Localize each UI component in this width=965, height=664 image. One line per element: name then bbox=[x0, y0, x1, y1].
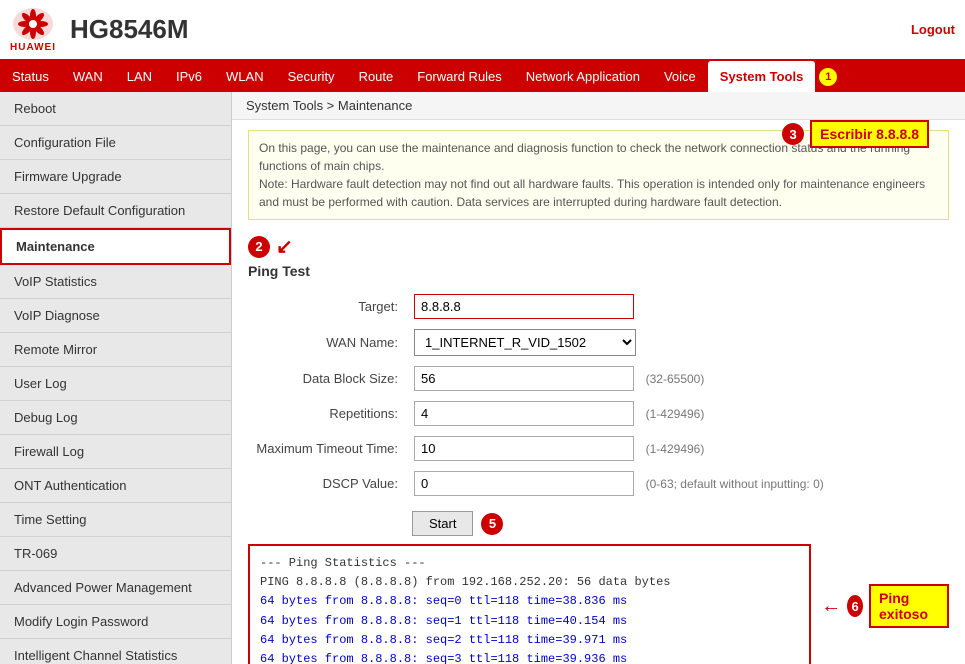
sidebar-item-tr069[interactable]: TR-069 bbox=[0, 537, 231, 571]
data-block-label: Data Block Size: bbox=[248, 361, 408, 396]
repetitions-row: Repetitions: (1-429496) bbox=[248, 396, 949, 431]
sidebar-item-firmware[interactable]: Firmware Upgrade bbox=[0, 160, 231, 194]
sidebar: Reboot Configuration File Firmware Upgra… bbox=[0, 92, 232, 664]
info-line3: Note: Hardware fault detection may not f… bbox=[259, 177, 925, 191]
sidebar-item-user-log[interactable]: User Log bbox=[0, 367, 231, 401]
target-label: Target: bbox=[248, 289, 408, 324]
nav-wlan[interactable]: WLAN bbox=[214, 61, 276, 92]
data-block-input[interactable] bbox=[414, 366, 634, 391]
nav-forward-rules[interactable]: Forward Rules bbox=[405, 61, 514, 92]
target-input[interactable] bbox=[414, 294, 634, 319]
target-row: Target: bbox=[248, 289, 949, 324]
sidebar-item-maintenance[interactable]: Maintenance bbox=[0, 228, 231, 265]
callout-5-badge: 5 bbox=[481, 513, 503, 535]
callout-6-badge: 6 bbox=[847, 595, 863, 617]
callout-escribir: Escribir 8.8.8.8 bbox=[810, 120, 929, 148]
wan-name-select[interactable]: 1_INTERNET_R_VID_1502 1_TR069_R_VID_1503 bbox=[414, 329, 636, 356]
page-layout: Reboot Configuration File Firmware Upgra… bbox=[0, 92, 965, 664]
nav-lan[interactable]: LAN bbox=[115, 61, 164, 92]
header-left: HUAWEI HG8546M bbox=[10, 6, 189, 53]
callout-2-badge: 2 bbox=[248, 236, 270, 258]
sidebar-item-channel-stats[interactable]: Intelligent Channel Statistics bbox=[0, 639, 231, 664]
logo-area: HUAWEI bbox=[10, 6, 56, 53]
callout-6-area: ← 6 Ping exitoso bbox=[821, 584, 949, 628]
data-block-hint: (32-65500) bbox=[646, 372, 705, 386]
wan-name-row: WAN Name: 1_INTERNET_R_VID_1502 1_TR069_… bbox=[248, 324, 949, 361]
dscp-label: DSCP Value: bbox=[248, 466, 408, 501]
info-line4: and must be performed with caution. Data… bbox=[259, 195, 782, 209]
sidebar-item-debug-log[interactable]: Debug Log bbox=[0, 401, 231, 435]
nav-bar: Status WAN LAN IPv6 WLAN Security Route … bbox=[0, 61, 965, 92]
sidebar-item-ont-auth[interactable]: ONT Authentication bbox=[0, 469, 231, 503]
sidebar-item-power-mgmt[interactable]: Advanced Power Management bbox=[0, 571, 231, 605]
sidebar-item-modify-password[interactable]: Modify Login Password bbox=[0, 605, 231, 639]
header: HUAWEI HG8546M Logout bbox=[0, 0, 965, 61]
ping-output-area: --- Ping Statistics --- PING 8.8.8.8 (8.… bbox=[248, 544, 949, 664]
breadcrumb: System Tools > Maintenance bbox=[232, 92, 965, 120]
nav-security[interactable]: Security bbox=[276, 61, 347, 92]
nav-route[interactable]: Route bbox=[347, 61, 406, 92]
nav-voice[interactable]: Voice bbox=[652, 61, 708, 92]
nav-wan[interactable]: WAN bbox=[61, 61, 115, 92]
sidebar-item-restore[interactable]: Restore Default Configuration bbox=[0, 194, 231, 228]
dscp-input[interactable] bbox=[414, 471, 634, 496]
repetitions-hint: (1-429496) bbox=[646, 407, 705, 421]
dscp-hint: (0-63; default without inputting: 0) bbox=[646, 477, 824, 491]
nav-badge: 1 bbox=[819, 68, 837, 86]
ping-form: Target: WAN Name: 1_INTERNET_R_VID_1502 … bbox=[248, 289, 949, 501]
repetitions-input[interactable] bbox=[414, 401, 634, 426]
huawei-logo-icon bbox=[11, 6, 55, 42]
sidebar-item-voip-stats[interactable]: VoIP Statistics bbox=[0, 265, 231, 299]
sidebar-item-remote-mirror[interactable]: Remote Mirror bbox=[0, 333, 231, 367]
sidebar-item-voip-diagnose[interactable]: VoIP Diagnose bbox=[0, 299, 231, 333]
nav-system-tools[interactable]: System Tools bbox=[708, 61, 816, 92]
arrow-right-icon: ← bbox=[821, 595, 841, 618]
info-line2: functions of main chips. bbox=[259, 159, 384, 173]
arrow-down-icon: ↙ bbox=[276, 234, 293, 259]
timeout-hint: (1-429496) bbox=[646, 442, 705, 456]
timeout-row: Maximum Timeout Time: (1-429496) bbox=[248, 431, 949, 466]
nav-network-app[interactable]: Network Application bbox=[514, 61, 652, 92]
brand-name: HUAWEI bbox=[10, 42, 56, 53]
dscp-row: DSCP Value: (0-63; default without input… bbox=[248, 466, 949, 501]
nav-status[interactable]: Status bbox=[0, 61, 61, 92]
ping-test-title: Ping Test bbox=[248, 263, 949, 279]
timeout-label: Maximum Timeout Time: bbox=[248, 431, 408, 466]
callout-ping-exitoso: Ping exitoso bbox=[869, 584, 949, 628]
logout-button[interactable]: Logout bbox=[911, 22, 955, 37]
start-row: Start 5 bbox=[412, 511, 949, 536]
repetitions-label: Repetitions: bbox=[248, 396, 408, 431]
start-button[interactable]: Start bbox=[412, 511, 473, 536]
sidebar-item-config-file[interactable]: Configuration File bbox=[0, 126, 231, 160]
data-block-row: Data Block Size: (32-65500) bbox=[248, 361, 949, 396]
ping-output: --- Ping Statistics --- PING 8.8.8.8 (8.… bbox=[248, 544, 811, 664]
sidebar-item-firewall-log[interactable]: Firewall Log bbox=[0, 435, 231, 469]
content-area: On this page, you can use the maintenanc… bbox=[232, 120, 965, 664]
model-title: HG8546M bbox=[70, 14, 189, 45]
nav-ipv6[interactable]: IPv6 bbox=[164, 61, 214, 92]
timeout-input[interactable] bbox=[414, 436, 634, 461]
callout-3-badge: 3 bbox=[782, 123, 804, 145]
sidebar-item-reboot[interactable]: Reboot bbox=[0, 92, 231, 126]
sidebar-item-time-setting[interactable]: Time Setting bbox=[0, 503, 231, 537]
wan-name-label: WAN Name: bbox=[248, 324, 408, 361]
main-content: System Tools > Maintenance On this page,… bbox=[232, 92, 965, 664]
